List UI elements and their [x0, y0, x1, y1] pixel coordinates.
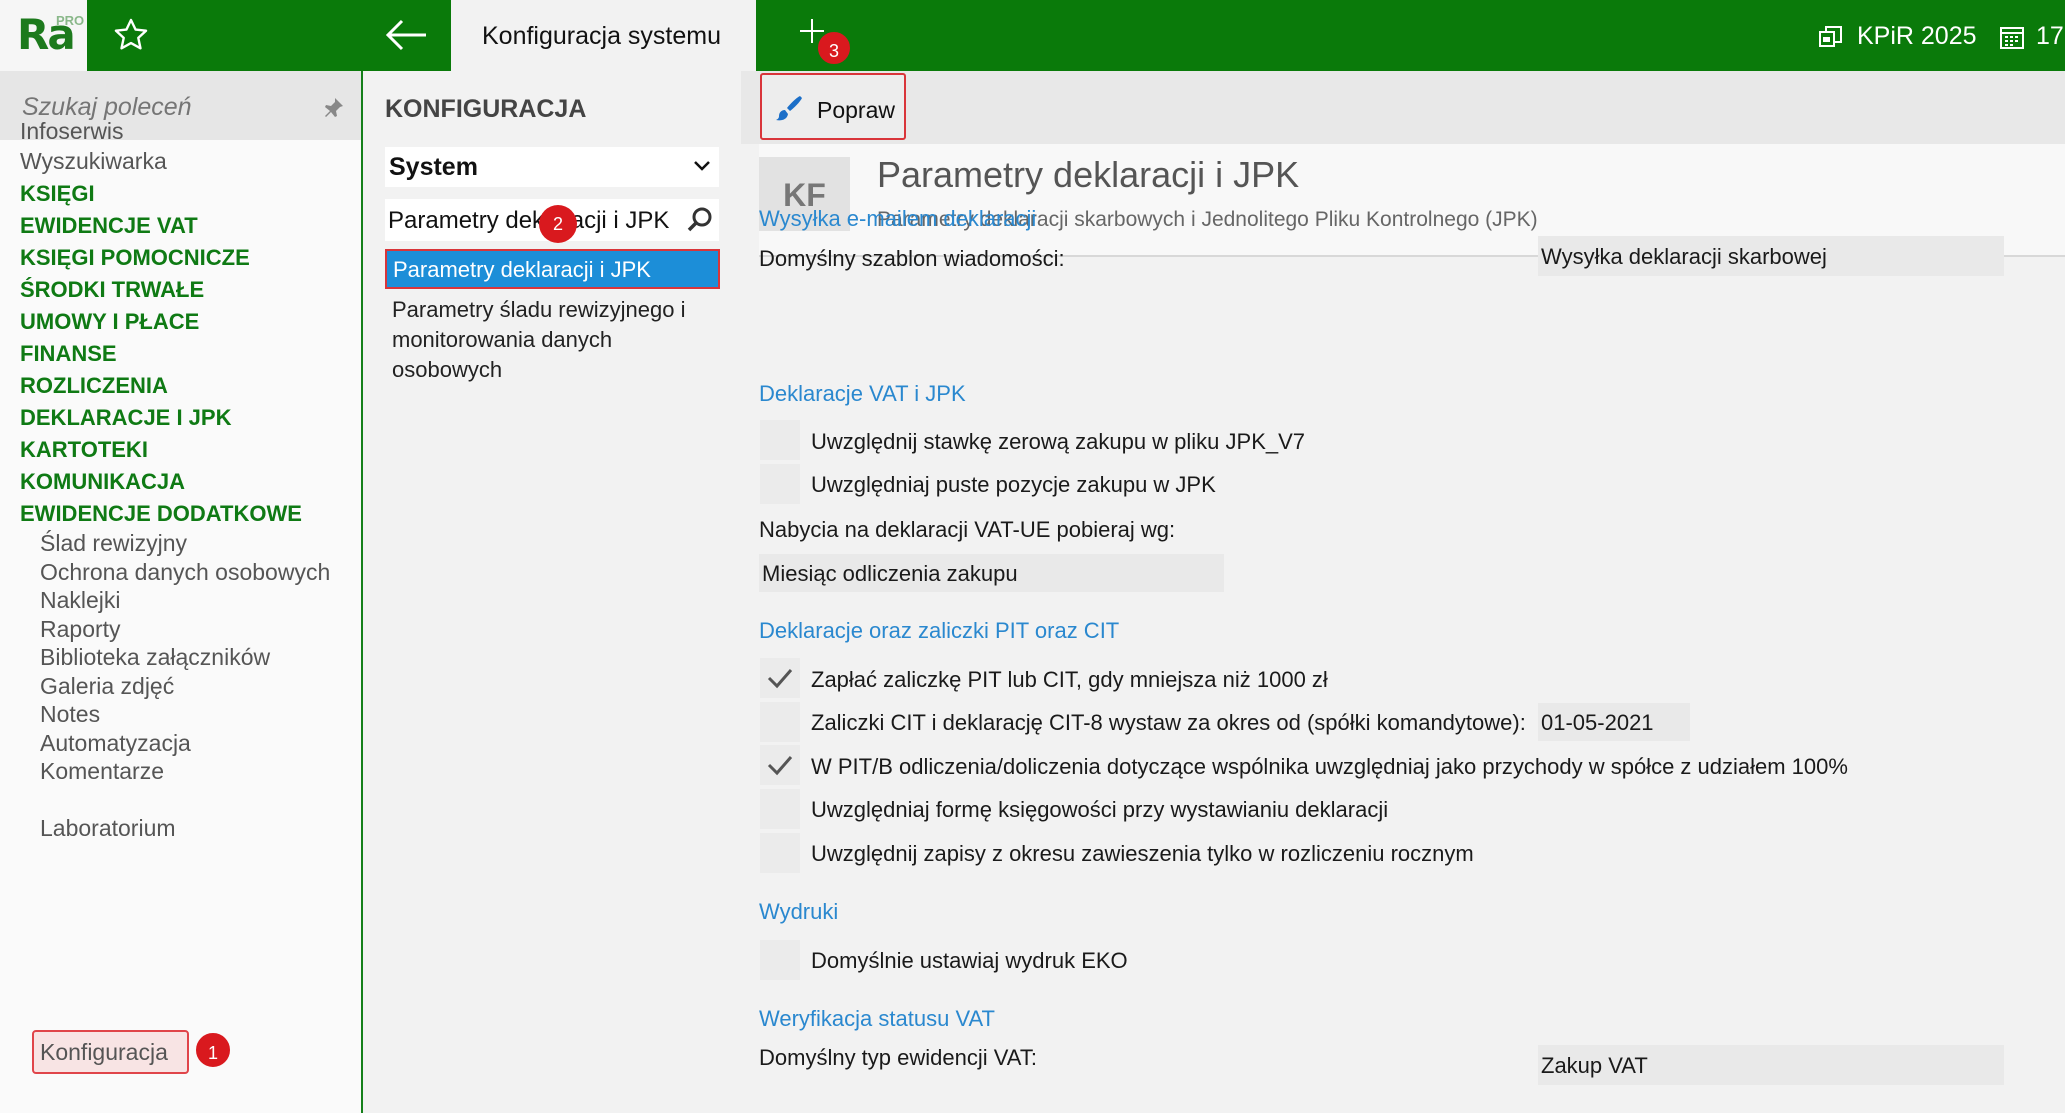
checkmark-icon	[767, 669, 793, 689]
config-item-parametry-sladu[interactable]: Parametry śladu rewizyjnego i monitorowa…	[392, 295, 712, 385]
sidebar-section-umowy-i-place[interactable]: UMOWY I PŁACE	[20, 309, 199, 335]
sidebar-section-ewidencje-vat[interactable]: EWIDENCJE VAT	[20, 213, 198, 239]
edit-button-label: Popraw	[817, 97, 895, 123]
star-icon[interactable]	[112, 16, 150, 54]
section-pit-cit: Deklaracje oraz zaliczki PIT oraz CIT	[759, 618, 1120, 643]
sidebar-item-konfiguracja-label: Konfiguracja	[40, 1039, 168, 1065]
section-prints: Wydruki	[759, 899, 839, 924]
section-vat-status: Weryfikacja statusu VAT	[759, 1006, 995, 1031]
chevron-down-icon	[694, 161, 710, 171]
step-badge-1: 1	[193, 1030, 233, 1070]
vat-type-value: Zakup VAT	[1541, 1053, 1648, 1078]
config-detail: Popraw KF Parametry deklaracji i JPK Par…	[741, 71, 2065, 1113]
sidebar-item-infoserwis[interactable]: Infoserwis	[20, 118, 124, 145]
top-bar: Ra PRO Konfiguracja systemu 3 KPiR 2025 …	[0, 0, 2065, 71]
tab-title: Konfiguracja systemu	[482, 22, 722, 50]
section-vat-jpk: Deklaracje VAT i JPK	[759, 381, 966, 406]
sidebar-item-notes[interactable]: Notes	[40, 701, 100, 728]
checkmark-icon	[767, 756, 793, 776]
logo-pro-label: PRO	[56, 13, 85, 28]
step-badge-3: 3	[815, 29, 853, 67]
sidebar-section-ksiegi[interactable]: KSIĘGI	[20, 181, 95, 207]
checkbox-empty-items[interactable]	[760, 464, 800, 504]
acquisitions-value: Miesiąc odliczenia zakupu	[762, 561, 1018, 586]
sidebar-item-konfiguracja[interactable]: Konfiguracja	[32, 1030, 189, 1074]
checkbox-zero-rate-label: Uwzględnij stawkę zerową zakupu w pliku …	[811, 429, 1306, 454]
checkbox-zero-rate[interactable]	[760, 420, 800, 460]
sidebar-section-srodki-trwale[interactable]: ŚRODKI TRWAŁE	[20, 277, 204, 303]
sidebar-item-ochrona-danych[interactable]: Ochrona danych osobowych	[40, 559, 330, 586]
checkbox-cit8-period[interactable]	[760, 702, 800, 742]
calendar-icon[interactable]	[1999, 24, 2025, 50]
checkbox-eko-print[interactable]	[760, 940, 800, 980]
checkbox-cit8-period-label: Zaliczki CIT i deklarację CIT-8 wystaw z…	[811, 710, 1526, 735]
date-label[interactable]: 17	[2036, 22, 2064, 51]
checkbox-suspension-label: Uwzględnij zapisy z okresu zawieszenia t…	[811, 841, 1474, 866]
checkbox-pitb-partner-label: W PIT/B odliczenia/doliczenia dotyczące …	[811, 754, 1848, 779]
template-field[interactable]: Wysyłka deklaracji skarbowej	[1538, 236, 2004, 276]
module-select-value: System	[389, 153, 478, 181]
acquisitions-label: Nabycia na deklaracji VAT-UE pobieraj wg…	[759, 517, 1176, 542]
sidebar-item-biblioteka[interactable]: Biblioteka załączników	[40, 644, 270, 671]
sidebar-section-deklaracje-i-jpk[interactable]: DEKLARACJE I JPK	[20, 405, 231, 431]
back-arrow-icon[interactable]	[382, 14, 430, 56]
app-logo[interactable]: Ra PRO	[0, 0, 87, 71]
pin-icon[interactable]	[320, 95, 346, 121]
sidebar-item-komentarze[interactable]: Komentarze	[40, 758, 164, 785]
checkbox-pit-cit-advance-label: Zapłać zaliczkę PIT lub CIT, gdy mniejsz…	[811, 667, 1328, 692]
config-search-value: Parametry deklaracji i JPK	[388, 207, 670, 234]
windows-icon[interactable]	[1818, 24, 1844, 50]
template-value: Wysyłka deklaracji skarbowej	[1541, 244, 1827, 269]
checkbox-empty-items-label: Uwzględniaj puste pozycje zakupu w JPK	[811, 472, 1216, 497]
tab-konfiguracja-systemu[interactable]: Konfiguracja systemu	[451, 0, 756, 71]
brush-icon	[776, 96, 802, 121]
checkbox-accounting-form[interactable]	[760, 789, 800, 829]
sidebar-item-laboratorium[interactable]: Laboratorium	[40, 815, 176, 842]
config-item-label: Parametry deklaracji i JPK	[393, 257, 651, 282]
edit-button[interactable]: Popraw	[760, 73, 906, 140]
sidebar-item-automatyzacja[interactable]: Automatyzacja	[40, 730, 191, 757]
toolbar: Popraw	[741, 71, 2065, 144]
module-select[interactable]: System	[385, 147, 719, 187]
sidebar-item-raporty[interactable]: Raporty	[40, 616, 121, 643]
sidebar-section-kartoteki[interactable]: KARTOTEKI	[20, 437, 148, 463]
sidebar-item-galeria[interactable]: Galeria zdjęć	[40, 673, 174, 700]
sidebar-item-naklejki[interactable]: Naklejki	[40, 587, 121, 614]
search-icon[interactable]	[685, 205, 715, 235]
sidebar: Infoserwis Wyszukiwarka KSIĘGI EWIDENCJE…	[0, 71, 363, 1113]
config-item-parametry-deklaracji[interactable]: Parametry deklaracji i JPK	[385, 249, 720, 289]
sidebar-item-slad-rewizyjny[interactable]: Ślad rewizyjny	[40, 530, 187, 557]
sidebar-section-ksiegi-pomocnicze[interactable]: KSIĘGI POMOCNICZE	[20, 245, 250, 271]
sidebar-section-komunikacja[interactable]: KOMUNIKACJA	[20, 469, 185, 495]
cit8-date-field[interactable]: 01-05-2021	[1538, 703, 1690, 741]
checkbox-pit-cit-advance[interactable]	[760, 658, 800, 698]
sidebar-section-ewidencje-dodatkowe[interactable]: EWIDENCJE DODATKOWE	[20, 501, 302, 527]
vat-type-label: Domyślny typ ewidencji VAT:	[759, 1045, 1037, 1070]
page-title: Parametry deklaracji i JPK	[877, 154, 1300, 195]
panel-title: KONFIGURACJA	[385, 95, 587, 123]
step-badge-2: 2	[539, 205, 577, 243]
checkbox-pitb-partner[interactable]	[760, 745, 800, 785]
template-label: Domyślny szablon wiadomości:	[759, 246, 1065, 271]
checkbox-suspension[interactable]	[760, 833, 800, 873]
checkbox-eko-print-label: Domyślnie ustawiaj wydruk EKO	[811, 948, 1128, 973]
cit8-date-value: 01-05-2021	[1541, 710, 1654, 735]
acquisitions-select[interactable]: Miesiąc odliczenia zakupu	[759, 554, 1224, 592]
sidebar-section-finanse[interactable]: FINANSE	[20, 341, 117, 367]
kpir-year-label[interactable]: KPiR 2025	[1857, 22, 1977, 51]
config-list-panel: KONFIGURACJA System Parametry deklaracji…	[365, 71, 741, 1113]
section-email: Wysyłka e-mailem deklaracji	[759, 206, 1037, 231]
sidebar-section-rozliczenia[interactable]: ROZLICZENIA	[20, 373, 168, 399]
sidebar-item-wyszukiwarka[interactable]: Wyszukiwarka	[20, 148, 167, 175]
vat-type-field[interactable]: Zakup VAT	[1538, 1045, 2004, 1085]
checkbox-accounting-form-label: Uwzględniaj formę księgowości przy wysta…	[811, 797, 1389, 822]
